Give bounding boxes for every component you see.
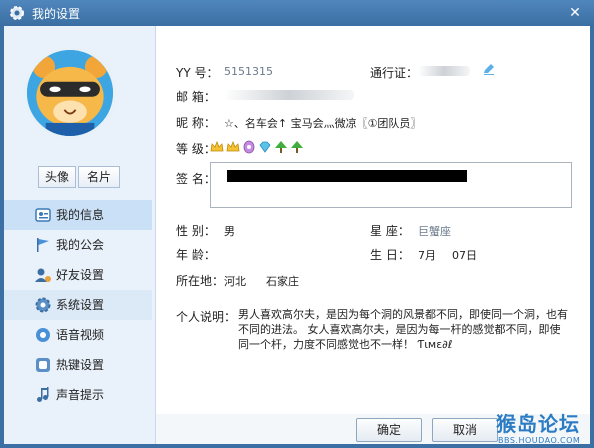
watermark-url: BBS.HOUDAO.COM xyxy=(498,436,581,445)
nav-item-label: 系统设置 xyxy=(56,298,105,312)
nav-item-label: 我的公会 xyxy=(56,238,105,252)
keyboard-icon xyxy=(36,358,50,372)
settings-window: 我的设置 ✕ 头像 名片 我的信息 我的公会 好友设置 系统设置 语音视频 热键… xyxy=(0,0,594,448)
ok-button[interactable]: 确定 xyxy=(356,418,422,442)
id-card-icon xyxy=(35,208,51,222)
nav-item-label: 热键设置 xyxy=(56,358,105,372)
watermark-title: 猴岛论坛 xyxy=(496,412,580,436)
edit-icon[interactable] xyxy=(482,62,496,76)
nav-item-sound-alerts[interactable]: 声音提示 xyxy=(4,380,152,410)
nav-item-label: 声音提示 xyxy=(56,388,105,402)
city-value: 石家庄 xyxy=(266,275,299,288)
tree-icon xyxy=(291,141,303,153)
nickname-value: ☆、名车会↑ 宝马会灬微凉〖①团队员〗 xyxy=(224,117,422,130)
speaker-icon xyxy=(36,328,50,342)
avatar[interactable] xyxy=(24,47,116,139)
gender-label: 性 别： xyxy=(176,224,216,238)
nav-item-friend-settings[interactable]: 好友设置 xyxy=(4,260,152,290)
title-bar[interactable]: 我的设置 ✕ xyxy=(0,0,594,26)
tree-icon xyxy=(275,141,287,153)
avatar-button[interactable]: 头像 xyxy=(38,166,76,188)
email-label: 邮 箱： xyxy=(176,90,216,104)
nav-item-my-info[interactable]: 我的信息 xyxy=(4,200,152,230)
crown-icon xyxy=(210,140,224,152)
gear-icon xyxy=(35,297,51,313)
card-button[interactable]: 名片 xyxy=(78,166,120,188)
crown-icon xyxy=(226,140,240,152)
nickname-label: 昵 称： xyxy=(176,116,216,130)
bio-label: 个人说明： xyxy=(176,310,237,324)
watermark: 猴岛论坛 BBS.HOUDAO.COM xyxy=(490,408,590,446)
passport-label: 通行证： xyxy=(370,66,419,80)
signature-field[interactable] xyxy=(210,162,572,208)
gear-icon xyxy=(10,6,24,20)
level-badges xyxy=(210,140,304,154)
passport-value-blurred xyxy=(418,66,470,76)
yy-number-label: YY 号： xyxy=(176,66,219,80)
signature-redacted xyxy=(227,170,467,182)
nav-item-voice-video[interactable]: 语音视频 xyxy=(4,320,152,350)
nav-item-label: 好友设置 xyxy=(56,268,105,282)
friend-gear-icon xyxy=(35,268,51,282)
province-value: 河北 xyxy=(224,275,246,288)
location-label: 所在地： xyxy=(176,274,225,288)
birthday-label: 生 日： xyxy=(370,248,410,262)
nav-item-hotkey-settings[interactable]: 热键设置 xyxy=(4,350,152,380)
dialog-body: 头像 名片 我的信息 我的公会 好友设置 系统设置 语音视频 热键设置 声音提示… xyxy=(4,26,590,444)
nav-item-label: 语音视频 xyxy=(56,328,105,342)
profile-panel: YY 号： 5151315 通行证： 邮 箱： 昵 称： ☆、名车会↑ 宝马会灬… xyxy=(156,26,590,414)
nav-menu: 我的信息 我的公会 好友设置 系统设置 语音视频 热键设置 声音提示 xyxy=(4,200,152,410)
music-note-icon xyxy=(37,387,49,402)
diamond-icon xyxy=(259,141,271,153)
birthday-month: 7月 xyxy=(418,249,436,262)
sidebar: 头像 名片 我的信息 我的公会 好友设置 系统设置 语音视频 热键设置 声音提示 xyxy=(4,26,156,444)
nav-item-system-settings[interactable]: 系统设置 xyxy=(4,290,152,320)
birthday-day: 07日 xyxy=(452,249,477,262)
age-label: 年 龄： xyxy=(176,248,216,262)
flag-icon xyxy=(37,238,49,252)
bio-value: 男人喜欢高尔夫，是因为每个洞的风景都不同，即使同一个洞，也有不同的进法。 女人喜… xyxy=(238,308,568,351)
email-value-blurred xyxy=(224,90,354,100)
close-icon[interactable]: ✕ xyxy=(566,4,584,22)
yy-number-value: 5151315 xyxy=(224,65,273,78)
cancel-button[interactable]: 取消 xyxy=(432,418,498,442)
window-title: 我的设置 xyxy=(32,7,81,21)
zodiac-value: 巨蟹座 xyxy=(418,225,451,238)
nav-item-label: 我的信息 xyxy=(56,208,105,222)
yy-bear-avatar-icon xyxy=(27,50,113,136)
moon-badge-icon xyxy=(243,140,255,154)
nav-item-my-guild[interactable]: 我的公会 xyxy=(4,230,152,260)
gender-value: 男 xyxy=(224,225,235,238)
zodiac-label: 星 座： xyxy=(370,224,410,238)
